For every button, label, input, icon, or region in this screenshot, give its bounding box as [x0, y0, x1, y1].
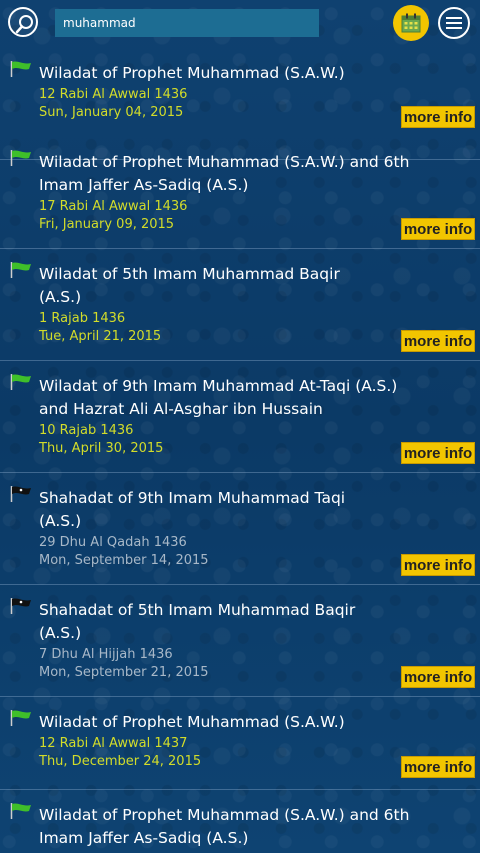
- event-hijri-date: 12 Rabi Al Awwal 1437: [39, 736, 188, 751]
- event-hijri-date: 17 Rabi Al Awwal 1436: [39, 199, 188, 214]
- calendar-icon: [401, 13, 421, 33]
- event-item[interactable]: Shahadat of 5th Imam Muhammad Baqir (A.S…: [0, 585, 480, 697]
- more-info-button[interactable]: more info: [401, 106, 475, 128]
- event-gregorian-date: Mon, September 21, 2015: [39, 665, 209, 680]
- more-info-button[interactable]: more info: [401, 218, 475, 240]
- event-title: Wiladat of Prophet Muhammad (S.A.W.): [39, 713, 345, 731]
- event-title: Wiladat of 5th Imam Muhammad Baqir (A.S.…: [39, 265, 340, 306]
- search-icon: [15, 15, 33, 34]
- top-bar: [0, 0, 480, 48]
- event-title: Shahadat of 9th Imam Muhammad Taqi (A.S.…: [39, 489, 346, 530]
- event-item[interactable]: Wiladat of 9th Imam Muhammad At-Taqi (A.…: [0, 361, 480, 473]
- event-gregorian-date: Thu, December 24, 2015: [39, 754, 202, 769]
- green-flag-icon: [10, 262, 31, 278]
- black-flag-icon: [10, 486, 31, 502]
- event-hijri-date: 10 Rajab 1436: [39, 423, 134, 438]
- green-flag-icon: [10, 803, 31, 819]
- menu-button[interactable]: [438, 7, 470, 39]
- green-flag-icon: [10, 710, 31, 726]
- event-gregorian-date: Sun, January 04, 2015: [39, 105, 184, 120]
- event-item[interactable]: Shahadat of 9th Imam Muhammad Taqi (A.S.…: [0, 473, 480, 585]
- event-gregorian-date: Thu, April 30, 2015: [39, 441, 164, 456]
- event-gregorian-date: Mon, September 14, 2015: [39, 553, 209, 568]
- more-info-button[interactable]: more info: [401, 554, 475, 576]
- event-title: Shahadat of 5th Imam Muhammad Baqir (A.S…: [39, 601, 356, 642]
- event-hijri-date: 29 Dhu Al Qadah 1436: [39, 535, 187, 550]
- event-gregorian-date: Tue, April 21, 2015: [39, 329, 162, 344]
- event-title: Wiladat of Prophet Muhammad (S.A.W.): [39, 64, 345, 82]
- search-input[interactable]: [55, 9, 319, 37]
- black-flag-icon: [10, 598, 31, 614]
- event-item[interactable]: Wiladat of 5th Imam Muhammad Baqir (A.S.…: [0, 249, 480, 361]
- green-flag-icon: [10, 150, 31, 166]
- event-item[interactable]: Wiladat of Prophet Muhammad (S.A.W.) and…: [0, 137, 480, 249]
- hamburger-menu-icon: [446, 17, 462, 29]
- event-title: Wiladat of Prophet Muhammad (S.A.W.) and…: [39, 806, 410, 847]
- green-flag-icon: [10, 61, 31, 77]
- event-title: Wiladat of Prophet Muhammad (S.A.W.) and…: [39, 153, 410, 194]
- green-flag-icon: [10, 374, 31, 390]
- event-hijri-date: 7 Dhu Al Hijjah 1436: [39, 647, 173, 662]
- event-item[interactable]: Wiladat of Prophet Muhammad (S.A.W.) 12 …: [0, 697, 480, 790]
- more-info-button[interactable]: more info: [401, 756, 475, 778]
- search-button[interactable]: [8, 7, 38, 37]
- event-hijri-date: 1 Rajab 1436: [39, 311, 126, 326]
- more-info-button[interactable]: more info: [401, 442, 475, 464]
- event-hijri-date: 12 Rabi Al Awwal 1436: [39, 87, 188, 102]
- more-info-button[interactable]: more info: [401, 666, 475, 688]
- more-info-button[interactable]: more info: [401, 330, 475, 352]
- calendar-button[interactable]: [393, 5, 429, 41]
- event-gregorian-date: Fri, January 09, 2015: [39, 217, 175, 232]
- event-title: Wiladat of 9th Imam Muhammad At-Taqi (A.…: [39, 377, 398, 418]
- event-item[interactable]: Wiladat of Prophet Muhammad (S.A.W.) and…: [0, 790, 480, 853]
